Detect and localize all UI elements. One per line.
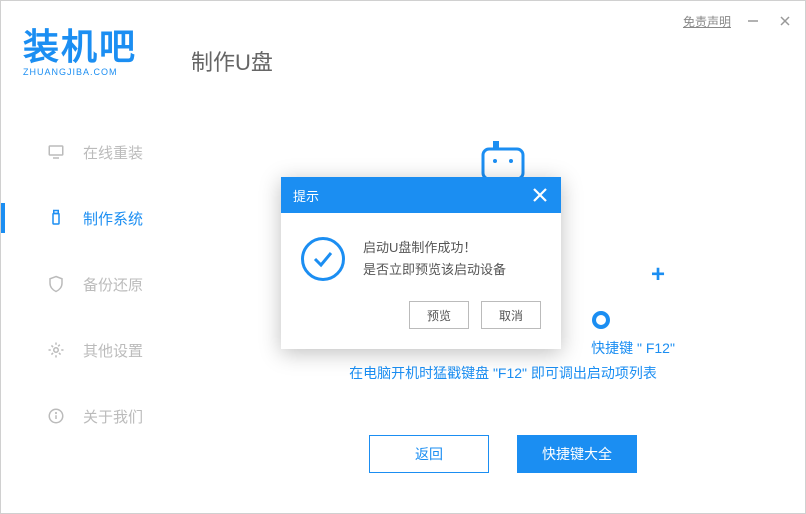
minimize-button[interactable] <box>743 11 763 31</box>
sidebar-item-label: 备份还原 <box>83 274 143 295</box>
sidebar-item-label: 关于我们 <box>83 406 143 427</box>
close-button[interactable] <box>775 11 795 31</box>
monitor-icon <box>47 143 65 161</box>
dialog-message-line1: 启动U盘制作成功！ <box>363 237 506 259</box>
disclaimer-link[interactable]: 免责声明 <box>683 13 731 30</box>
sidebar-item-backup[interactable]: 备份还原 <box>1 251 201 317</box>
back-button[interactable]: 返回 <box>369 435 489 473</box>
close-icon <box>779 15 791 27</box>
sidebar: 在线重装 制作系统 备份还原 其他设置 关于我们 <box>1 119 201 449</box>
dialog-message: 启动U盘制作成功！ 是否立即预览该启动设备 <box>363 237 506 281</box>
close-icon <box>531 186 549 204</box>
info-icon <box>47 407 65 425</box>
cancel-button[interactable]: 取消 <box>481 301 541 329</box>
logo: 装机吧 ZHUANGJIBA.COM <box>23 29 137 77</box>
shortcuts-button[interactable]: 快捷键大全 <box>517 435 637 473</box>
dialog-footer: 预览 取消 <box>281 301 561 349</box>
dialog-message-line2: 是否立即预览该启动设备 <box>363 259 506 281</box>
dialog-header: 提示 <box>281 177 561 213</box>
dialog-close-button[interactable] <box>531 186 549 204</box>
hint-line2: 在电脑开机时猛戳键盘 "F12" 即可调出启动项列表 <box>201 361 805 386</box>
bottom-buttons: 返回 快捷键大全 <box>369 435 637 473</box>
circle-decoration-icon <box>592 311 610 329</box>
sidebar-item-about[interactable]: 关于我们 <box>1 383 201 449</box>
sidebar-item-create[interactable]: 制作系统 <box>1 185 201 251</box>
dialog-body: 启动U盘制作成功！ 是否立即预览该启动设备 <box>281 213 561 301</box>
dialog-title: 提示 <box>293 186 319 205</box>
sidebar-item-label: 其他设置 <box>83 340 143 361</box>
page-title: 制作U盘 <box>191 45 273 77</box>
plus-icon: + <box>651 261 665 289</box>
sidebar-item-settings[interactable]: 其他设置 <box>1 317 201 383</box>
logo-text: 装机吧 <box>23 29 137 65</box>
gear-icon <box>47 341 65 359</box>
shield-icon <box>47 275 65 293</box>
success-check-icon <box>301 237 345 281</box>
preview-button[interactable]: 预览 <box>409 301 469 329</box>
usb-icon <box>47 209 65 227</box>
minimize-icon <box>747 15 759 27</box>
logo-subtitle: ZHUANGJIBA.COM <box>23 67 137 77</box>
sidebar-item-label: 在线重装 <box>83 142 143 163</box>
sidebar-item-reinstall[interactable]: 在线重装 <box>1 119 201 185</box>
app-window: 免责声明 装机吧 ZHUANGJIBA.COM 制作U盘 在线重装 制作系统 <box>0 0 806 514</box>
success-dialog: 提示 启动U盘制作成功！ 是否立即预览该启动设备 预览 取消 <box>281 177 561 349</box>
sidebar-item-label: 制作系统 <box>83 208 143 229</box>
